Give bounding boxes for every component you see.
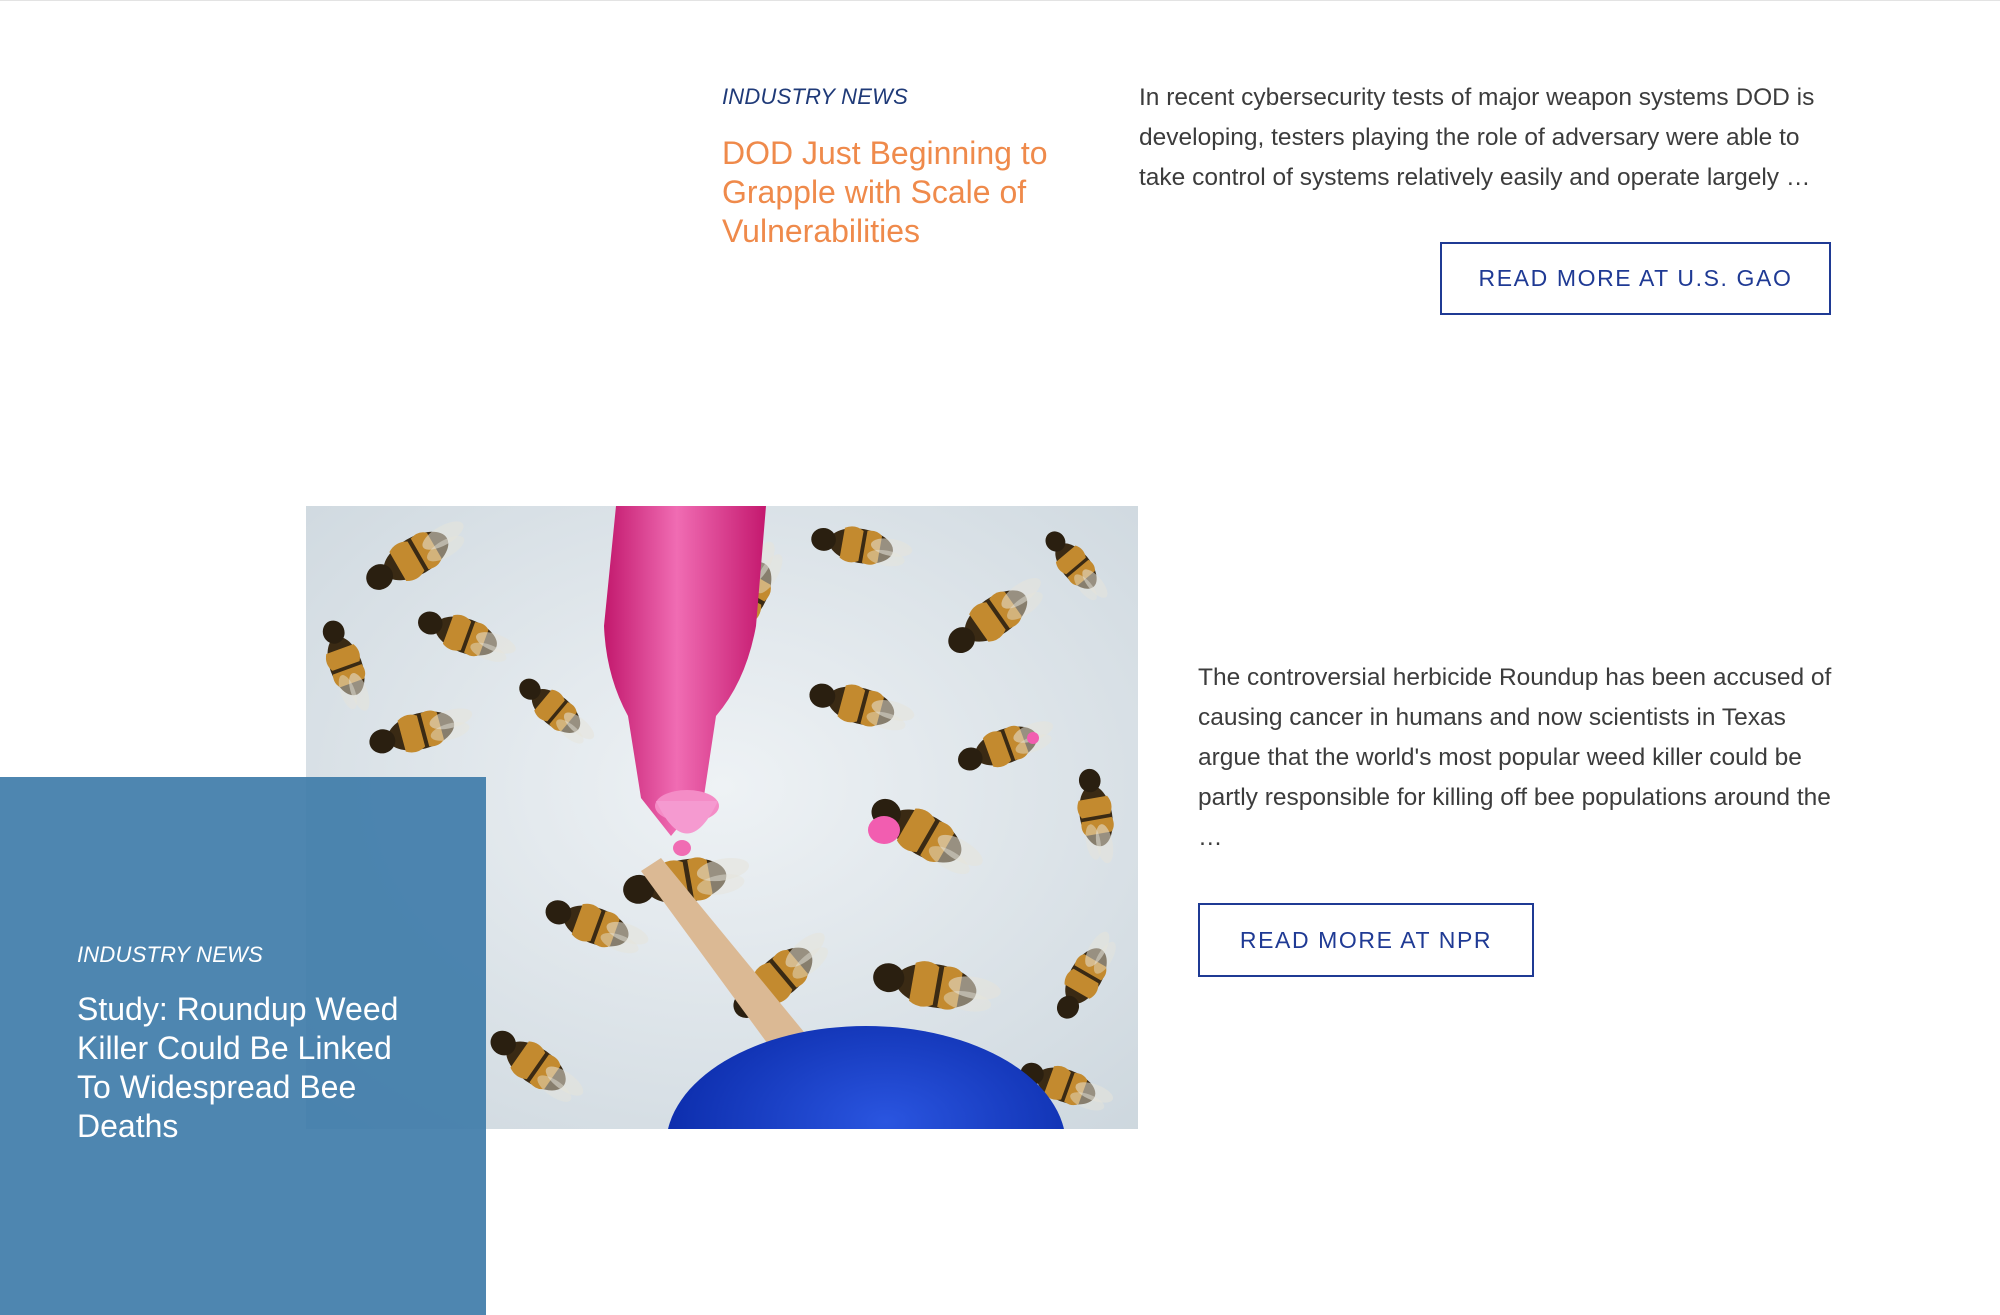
read-more-npr-button[interactable]: READ MORE AT NPR	[1198, 903, 1534, 977]
article-excerpt: In recent cybersecurity tests of major w…	[1139, 84, 1815, 191]
read-more-gao-button[interactable]: READ MORE AT U.S. GAO	[1440, 242, 1831, 315]
article-title-overlay[interactable]: INDUSTRY NEWS Study: Roundup Weed Killer…	[0, 777, 486, 1315]
top-divider	[0, 0, 2000, 1]
article-title[interactable]: Study: Roundup Weed Killer Could Be Link…	[77, 990, 417, 1146]
article-title[interactable]: DOD Just Beginning to Grapple with Scale…	[722, 134, 1082, 251]
article-category: INDUSTRY NEWS	[77, 942, 263, 967]
article-category: INDUSTRY NEWS	[722, 84, 908, 109]
article-excerpt: The controversial herbicide Roundup has …	[1198, 664, 1832, 851]
